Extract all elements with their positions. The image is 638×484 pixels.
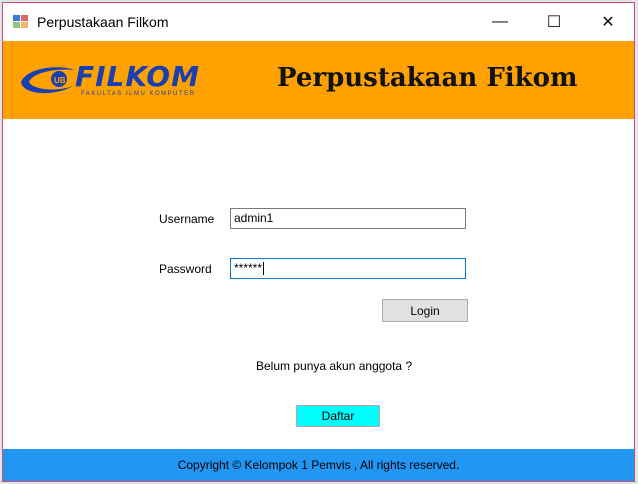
- filkom-logo: UB FILKOM FAKULTAS ILMU KOMPUTER: [17, 60, 207, 102]
- copyright-text: Copyright © Kelompok 1 Pemvis , All righ…: [177, 458, 460, 472]
- logo-swoosh-icon: UB: [21, 67, 75, 94]
- minimize-button[interactable]: —: [477, 3, 523, 41]
- close-icon: ✕: [601, 14, 615, 31]
- register-button-label: Daftar: [321, 409, 355, 423]
- title-bar[interactable]: Perpustakaan Filkom — ☐ ✕: [3, 3, 634, 41]
- text-caret: [263, 262, 265, 276]
- close-button[interactable]: ✕: [585, 3, 631, 41]
- footer-bar: Copyright © Kelompok 1 Pemvis , All righ…: [3, 449, 634, 481]
- window-title: Perpustakaan Filkom: [37, 14, 169, 30]
- password-input[interactable]: ******: [230, 258, 466, 279]
- password-value: ******: [234, 261, 263, 275]
- register-button[interactable]: Daftar: [296, 405, 380, 427]
- minimize-icon: —: [492, 13, 508, 30]
- password-label: Password: [159, 262, 212, 276]
- login-button-label: Login: [410, 303, 440, 318]
- username-value: admin1: [234, 211, 274, 225]
- login-window: Perpustakaan Filkom — ☐ ✕ UB FILKOM FAKU…: [2, 2, 635, 482]
- header-banner: UB FILKOM FAKULTAS ILMU KOMPUTER Perpust…: [3, 41, 634, 119]
- logo-text: FILKOM: [75, 60, 200, 93]
- username-input[interactable]: admin1: [230, 208, 466, 229]
- register-prompt: Belum punya akun anggota ?: [256, 359, 413, 373]
- username-label: Username: [159, 212, 215, 226]
- app-icon: [13, 15, 29, 29]
- logo-badge: UB: [54, 76, 66, 85]
- maximize-button[interactable]: ☐: [531, 3, 577, 41]
- logo-subtitle: FAKULTAS ILMU KOMPUTER: [81, 91, 196, 97]
- maximize-icon: ☐: [546, 14, 562, 31]
- login-button[interactable]: Login: [382, 299, 468, 322]
- banner-title: Perpustakaan Fikom: [277, 63, 578, 93]
